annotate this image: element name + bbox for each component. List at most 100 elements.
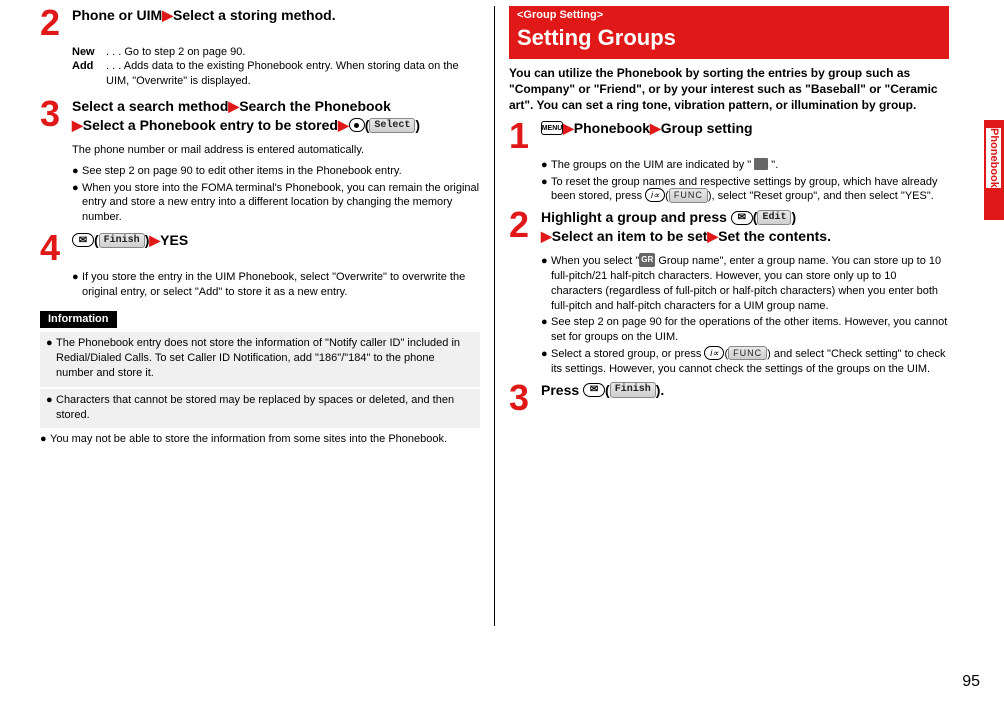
r1-b2-b: ), select "Reset group", and then select… <box>708 190 934 202</box>
r-step-1: 1 MENU▶Phonebook▶Group setting <box>509 119 949 152</box>
bullet-icon: ● <box>72 270 82 300</box>
r-step-3: 3 Press ✉(Finish). <box>509 381 949 414</box>
i-alpha-button-icon: i∝ <box>645 188 665 202</box>
step-number: 3 <box>509 381 541 414</box>
select-softkey: Select <box>369 118 415 134</box>
bullet-text: The groups on the UIM are indicated by "… <box>551 158 949 173</box>
bullet: ● When you store into the FOMA terminal'… <box>72 181 480 226</box>
finish-softkey: Finish <box>99 233 145 249</box>
information-box: ● The Phonebook entry does not store the… <box>40 332 480 387</box>
step3-a: Select a search method <box>72 98 228 114</box>
info-text: Characters that cannot be stored may be … <box>56 393 474 423</box>
info-bullet: ● Characters that cannot be stored may b… <box>46 393 474 423</box>
r1-b1-a: The groups on the UIM are indicated by " <box>551 159 754 171</box>
triangle-icon: ▶ <box>650 120 661 136</box>
step3-body1: The phone number or mail address is ente… <box>72 143 480 158</box>
step-title: Highlight a group and press ✉(Edit) ▶Sel… <box>541 208 949 246</box>
bullet-icon: ● <box>541 158 551 173</box>
def-desc-new: . . . Go to step 2 on page 90. <box>106 45 480 60</box>
bullet-icon: ● <box>72 181 82 226</box>
bullet: ● See step 2 on page 90 to edit other it… <box>72 164 480 179</box>
step-2: 2 Phone or UIM▶Select a storing method. <box>40 6 480 39</box>
heading-sub: <Group Setting> <box>517 8 941 23</box>
step2-title-b: Select a storing method. <box>173 7 336 23</box>
group-setting-label: Group setting <box>661 120 753 136</box>
bullet-icon: ● <box>40 432 50 447</box>
uim-icon <box>754 158 768 170</box>
def-desc-add: . . . Adds data to the existing Phoneboo… <box>106 59 480 89</box>
r3-title-b: ). <box>656 382 665 398</box>
def-term-add: Add <box>72 59 106 74</box>
bullet-text: To reset the group names and respective … <box>551 175 949 205</box>
step-title: Phone or UIM▶Select a storing method. <box>72 6 480 25</box>
bullet-text: If you store the entry in the UIM Phoneb… <box>82 270 480 300</box>
bullet: ● See step 2 on page 90 for the operatio… <box>541 315 949 345</box>
triangle-icon: ▶ <box>72 117 83 133</box>
i-alpha-button-icon: i∝ <box>704 346 724 360</box>
step-number: 2 <box>509 208 541 248</box>
func-softkey: FUNC <box>728 346 767 360</box>
group-icon: GR <box>639 253 655 267</box>
bullet-icon: ● <box>541 254 551 313</box>
phonebook-label: Phonebook <box>574 120 650 136</box>
step-title: Press ✉(Finish). <box>541 381 949 400</box>
step-number: 1 <box>509 119 541 152</box>
step3-b: Search the Phonebook <box>239 98 391 114</box>
bullet: ● To reset the group names and respectiv… <box>541 175 949 205</box>
triangle-icon: ▶ <box>228 98 239 114</box>
step-number: 2 <box>40 6 72 39</box>
bullet: ● When you select "GR Group name", enter… <box>541 254 949 313</box>
bullet-icon: ● <box>541 347 551 377</box>
step2-title-a: Phone or UIM <box>72 7 162 23</box>
info-bullet: ● The Phonebook entry does not store the… <box>46 336 474 381</box>
bullet: ● Select a stored group, or press i∝(FUN… <box>541 347 949 377</box>
r1-b1-b: ". <box>768 159 778 171</box>
mail-button-icon: ✉ <box>731 211 753 225</box>
bullet-text: See step 2 on page 90 to edit other item… <box>82 164 480 179</box>
def-term-new: New <box>72 45 106 60</box>
triangle-icon: ▶ <box>162 7 173 23</box>
r2-title-c: Set the contents. <box>718 228 831 244</box>
r2-b1-a: When you select " <box>551 255 639 267</box>
step-title: ✉(Finish)▶YES <box>72 231 480 250</box>
right-column: <Group Setting> Setting Groups You can u… <box>499 6 959 660</box>
step-title: Select a search method▶Search the Phoneb… <box>72 97 480 135</box>
bullet: ● If you store the entry in the UIM Phon… <box>72 270 480 300</box>
bullet-text: When you store into the FOMA terminal's … <box>82 181 480 226</box>
bullet-text: See step 2 on page 90 for the operations… <box>551 315 949 345</box>
information-header: Information <box>40 311 117 328</box>
heading-band: <Group Setting> Setting Groups <box>509 6 949 59</box>
r3-title-a: Press <box>541 382 583 398</box>
column-divider <box>494 6 495 626</box>
bullet-icon: ● <box>46 336 56 381</box>
info-bullet: ● You may not be able to store the infor… <box>40 432 480 447</box>
bullet-icon: ● <box>72 164 82 179</box>
bullet-icon: ● <box>541 315 551 345</box>
left-column: 2 Phone or UIM▶Select a storing method. … <box>30 6 490 660</box>
r2-b3-a: Select a stored group, or press <box>551 348 704 360</box>
definition-new: New . . . Go to step 2 on page 90. <box>72 45 480 60</box>
bullet-icon: ● <box>46 393 56 423</box>
triangle-icon: ▶ <box>563 120 574 136</box>
definition-add: Add . . . Adds data to the existing Phon… <box>72 59 480 89</box>
side-tab-label: Phonebook <box>986 128 1001 188</box>
menu-button-icon: MENU <box>541 121 563 135</box>
center-button-icon <box>349 118 365 132</box>
page-content: 2 Phone or UIM▶Select a storing method. … <box>0 0 1004 660</box>
step-3: 3 Select a search method▶Search the Phon… <box>40 97 480 137</box>
step-number: 4 <box>40 231 72 264</box>
bullet-text: When you select "GR Group name", enter a… <box>551 254 949 313</box>
bullet: ● The groups on the UIM are indicated by… <box>541 158 949 173</box>
bullet-text: Select a stored group, or press i∝(FUNC)… <box>551 347 949 377</box>
mail-button-icon: ✉ <box>583 383 605 397</box>
bullet-icon: ● <box>541 175 551 205</box>
edit-softkey: Edit <box>757 210 791 226</box>
triangle-icon: ▶ <box>707 228 718 244</box>
r2-title-a: Highlight a group and press <box>541 209 731 225</box>
triangle-icon: ▶ <box>338 117 349 133</box>
step-4: 4 ✉(Finish)▶YES <box>40 231 480 264</box>
info-text: The Phonebook entry does not store the i… <box>56 336 474 381</box>
triangle-icon: ▶ <box>149 232 160 248</box>
func-softkey: FUNC <box>669 188 708 202</box>
mail-button-icon: ✉ <box>72 233 94 247</box>
